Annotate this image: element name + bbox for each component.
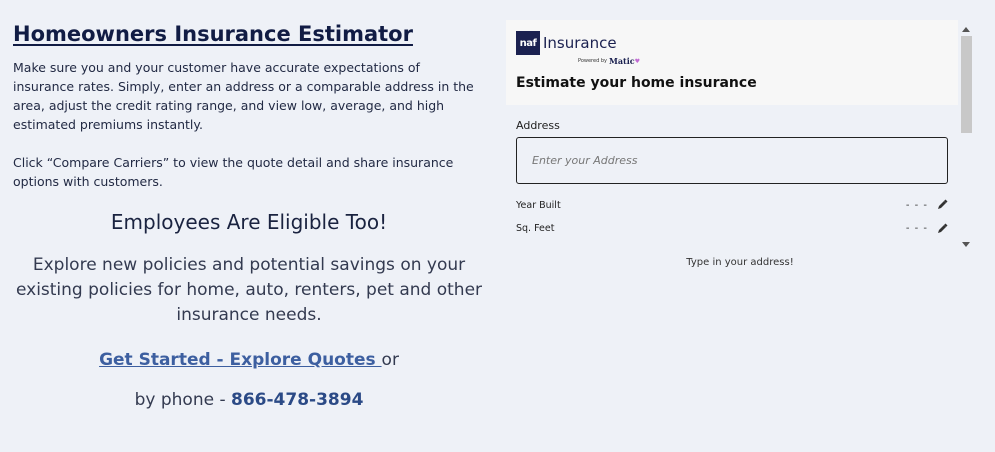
widget-scrollbar[interactable] — [959, 20, 974, 253]
field-value: - - - — [905, 199, 928, 211]
heart-icon: ♥ — [634, 57, 641, 65]
matic-brand: Matic — [608, 56, 635, 66]
phone-prefix: by phone - — [134, 390, 231, 410]
employees-text: Explore new policies and potential savin… — [15, 255, 483, 325]
naf-logo-box: naf — [516, 31, 540, 55]
pencil-icon[interactable] — [936, 223, 948, 235]
widget-header: naf Insurance Powered by Matic ♥ Estimat… — [506, 20, 958, 105]
estimate-widget: naf Insurance Powered by Matic ♥ Estimat… — [506, 20, 958, 253]
address-label: Address — [516, 119, 560, 132]
intro-text: Make sure you and your customer have acc… — [13, 58, 485, 191]
employees-heading: Employees Are Eligible Too! — [110, 210, 388, 234]
scroll-up-arrow-icon[interactable] — [962, 27, 970, 32]
get-started-link[interactable]: Get Started - Explore Quotes — [99, 350, 381, 370]
cta-or-text: or — [381, 350, 399, 370]
info-panel: Homeowners Insurance Estimator Make sure… — [13, 20, 485, 410]
field-label: Year Built — [516, 199, 561, 211]
logo: naf Insurance — [516, 31, 948, 55]
field-row-sq-feet: Sq. Feet - - - — [516, 214, 948, 243]
powered-by-label: Powered by — [578, 58, 607, 64]
intro-paragraph-1: Make sure you and your customer have acc… — [13, 60, 474, 132]
address-input[interactable] — [516, 137, 948, 184]
scrollbar-thumb[interactable] — [961, 36, 972, 133]
field-value: - - - — [905, 223, 928, 234]
widget-heading: Estimate your home insurance — [516, 75, 757, 91]
powered-by: Powered by Matic ♥ — [578, 56, 948, 66]
cta-line: Get Started - Explore Quotes or — [13, 350, 485, 370]
phone-number[interactable]: 866-478-3894 — [231, 390, 363, 410]
field-label: Sq. Feet — [516, 223, 555, 234]
field-row-year-built: Year Built - - - — [516, 196, 948, 214]
scroll-down-arrow-icon[interactable] — [962, 242, 970, 247]
logo-word: Insurance — [543, 34, 617, 52]
phone-line: by phone - 866-478-3894 — [13, 390, 485, 410]
intro-paragraph-2: Click “Compare Carriers” to view the quo… — [13, 155, 454, 189]
page-title: Homeowners Insurance Estimator — [13, 22, 413, 46]
pencil-icon[interactable] — [936, 199, 948, 211]
address-hint: Type in your address! — [686, 257, 794, 268]
